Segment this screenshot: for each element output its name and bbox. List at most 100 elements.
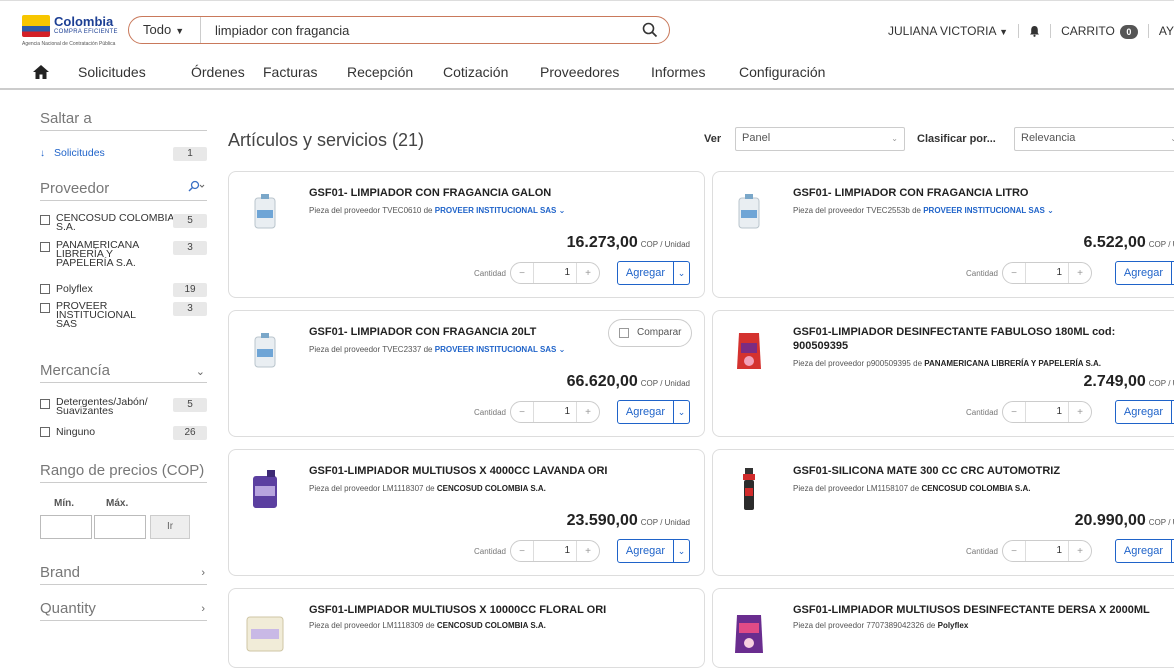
- bell-icon[interactable]: [1029, 25, 1040, 37]
- supplier-name[interactable]: CENCOSUD COLOMBIA S.A.: [437, 484, 546, 493]
- plus-icon[interactable]: +: [577, 546, 599, 557]
- cart-link[interactable]: CARRITO0: [1061, 24, 1138, 39]
- product-title[interactable]: GSF01-LIMPIADOR MULTIUSOS DESINFECTANTE …: [793, 603, 1163, 617]
- nav-item-solicitudes[interactable]: Solicitudes: [78, 64, 146, 80]
- checkbox[interactable]: [619, 328, 629, 338]
- add-button[interactable]: Agregar: [1115, 261, 1172, 285]
- jump-link[interactable]: Solicitudes: [54, 147, 105, 159]
- product-card[interactable]: GSF01-LIMPIADOR MULTIUSOS DESINFECTANTE …: [712, 588, 1174, 668]
- product-card[interactable]: GSF01- LIMPIADOR CON FRAGANCIA LITRO Pie…: [712, 171, 1174, 298]
- product-card[interactable]: GSF01-LIMPIADOR DESINFECTANTE FABULOSO 1…: [712, 310, 1174, 437]
- add-button[interactable]: Agregar: [617, 539, 674, 563]
- help-link[interactable]: AYUDA: [1159, 24, 1174, 38]
- chevron-down-icon[interactable]: ⌄: [559, 345, 566, 354]
- add-button[interactable]: Agregar: [617, 400, 674, 424]
- add-button[interactable]: Agregar: [617, 261, 674, 285]
- minus-icon[interactable]: −: [1003, 407, 1025, 418]
- product-card[interactable]: GSF01-LIMPIADOR MULTIUSOS X 10000CC FLOR…: [228, 588, 705, 668]
- checkbox[interactable]: [40, 242, 50, 252]
- sort-select[interactable]: Relevancia⌄: [1014, 127, 1174, 151]
- product-title[interactable]: GSF01-SILICONA MATE 300 CC CRC AUTOMOTRI…: [793, 464, 1163, 478]
- home-icon[interactable]: [32, 63, 50, 81]
- filter-goods-ninguno[interactable]: Ninguno26: [40, 426, 207, 440]
- price-amount: 2.749,00: [1084, 373, 1146, 390]
- product-title[interactable]: GSF01-LIMPIADOR MULTIUSOS X 4000CC LAVAN…: [309, 464, 679, 478]
- plus-icon[interactable]: +: [1069, 268, 1091, 279]
- nav-item-cotizacion[interactable]: Cotización: [443, 64, 508, 80]
- search-icon[interactable]: [641, 21, 659, 39]
- chevron-down-icon[interactable]: ⌄: [674, 539, 690, 563]
- search-icon[interactable]: [187, 180, 205, 192]
- product-title[interactable]: GSF01-LIMPIADOR DESINFECTANTE FABULOSO 1…: [793, 325, 1163, 353]
- view-select[interactable]: Panel⌄: [735, 127, 905, 151]
- supplier-link[interactable]: PROVEER INSTITUCIONAL SAS: [435, 345, 557, 354]
- supplier-name[interactable]: Polyflex: [938, 621, 969, 630]
- nav-item-facturas[interactable]: Facturas: [263, 64, 317, 80]
- chevron-down-icon[interactable]: ⌄: [674, 261, 690, 285]
- nav-item-informes[interactable]: Informes: [651, 64, 705, 80]
- filter-supplier-polyflex[interactable]: Polyflex19: [40, 283, 207, 297]
- minus-icon[interactable]: −: [1003, 546, 1025, 557]
- add-button[interactable]: Agregar: [1115, 539, 1172, 563]
- checkbox[interactable]: [40, 427, 50, 437]
- product-card[interactable]: GSF01- LIMPIADOR CON FRAGANCIA GALON Pie…: [228, 171, 705, 298]
- filter-goods-detergentes[interactable]: Detergentes/Jabón/ Suavizantes5: [40, 398, 207, 422]
- plus-icon[interactable]: +: [577, 407, 599, 418]
- minus-icon[interactable]: −: [1003, 268, 1025, 279]
- supplier-name[interactable]: CENCOSUD COLOMBIA S.A.: [437, 621, 546, 630]
- minus-icon[interactable]: −: [511, 407, 533, 418]
- nav-item-configuracion[interactable]: Configuración: [739, 64, 825, 80]
- checkbox[interactable]: [40, 215, 50, 225]
- goods-heading[interactable]: Mercancía ⌄: [40, 362, 207, 383]
- chevron-down-icon[interactable]: ⌄: [674, 400, 690, 424]
- jump-link-row[interactable]: ↓ Solicitudes 1: [40, 147, 207, 159]
- supplier-mid: de: [426, 484, 435, 493]
- nav-item-ordenes[interactable]: Órdenes: [191, 64, 245, 80]
- quantity-value[interactable]: 1: [1025, 541, 1069, 561]
- add-to-cart: Agregar⌄: [1115, 400, 1174, 424]
- checkbox[interactable]: [40, 399, 50, 409]
- filter-supplier-proveer[interactable]: PROVEER INSTITUCIONAL SAS3: [40, 302, 207, 338]
- quantity-heading[interactable]: Quantity ›: [40, 600, 207, 621]
- product-card[interactable]: GSF01- LIMPIADOR CON FRAGANCIA 20LT Piez…: [228, 310, 705, 437]
- chevron-down-icon[interactable]: ⌄: [1047, 206, 1054, 215]
- supplier-name[interactable]: PANAMERICANA LIBRERÍA Y PAPELERÍA S.A.: [924, 359, 1101, 368]
- minus-icon[interactable]: −: [511, 268, 533, 279]
- quantity-value[interactable]: 1: [533, 541, 577, 561]
- plus-icon[interactable]: +: [1069, 407, 1091, 418]
- chevron-down-icon[interactable]: ⌄: [559, 206, 566, 215]
- search-scope-select[interactable]: Todo▼: [129, 17, 201, 43]
- product-title[interactable]: GSF01-LIMPIADOR MULTIUSOS X 10000CC FLOR…: [309, 603, 679, 617]
- colombia-compra-logo[interactable]: Colombia COMPRA EFICIENTE Agencia Nacion…: [22, 13, 118, 51]
- user-menu[interactable]: JULIANA VICTORIA ▼: [888, 24, 1008, 38]
- filter-supplier-cencosud[interactable]: CENCOSUD COLOMBIA S.A.5: [40, 214, 207, 238]
- product-title[interactable]: GSF01- LIMPIADOR CON FRAGANCIA LITRO: [793, 186, 1163, 200]
- quantity-value[interactable]: 1: [533, 402, 577, 422]
- quantity-value[interactable]: 1: [1025, 402, 1069, 422]
- supplier-link[interactable]: PROVEER INSTITUCIONAL SAS: [435, 206, 557, 215]
- brand-heading[interactable]: Brand ›: [40, 564, 207, 585]
- count-badge: 3: [173, 302, 207, 316]
- product-supplier: Pieza del proveedor LM1118307 de CENCOSU…: [309, 484, 546, 493]
- plus-icon[interactable]: +: [1069, 546, 1091, 557]
- plus-icon[interactable]: +: [577, 268, 599, 279]
- min-price-input[interactable]: [40, 515, 92, 539]
- minus-icon[interactable]: −: [511, 546, 533, 557]
- quantity-value[interactable]: 1: [1025, 263, 1069, 283]
- search-input[interactable]: [215, 20, 635, 40]
- add-button[interactable]: Agregar: [1115, 400, 1172, 424]
- checkbox[interactable]: [40, 303, 50, 313]
- quantity-value[interactable]: 1: [533, 263, 577, 283]
- filter-supplier-panamericana[interactable]: PANAMERICANA LIBRERÍA Y PAPELERÍA S.A.3: [40, 241, 207, 277]
- supplier-link[interactable]: PROVEER INSTITUCIONAL SAS: [923, 206, 1045, 215]
- product-card[interactable]: GSF01-LIMPIADOR MULTIUSOS X 4000CC LAVAN…: [228, 449, 705, 576]
- product-card[interactable]: GSF01-SILICONA MATE 300 CC CRC AUTOMOTRI…: [712, 449, 1174, 576]
- checkbox[interactable]: [40, 284, 50, 294]
- product-title[interactable]: GSF01- LIMPIADOR CON FRAGANCIA GALON: [309, 186, 679, 200]
- max-price-input[interactable]: [94, 515, 146, 539]
- nav-item-recepcion[interactable]: Recepción: [347, 64, 413, 80]
- apply-price-button[interactable]: Ir: [150, 515, 190, 539]
- compare-toggle[interactable]: Comparar: [608, 319, 692, 347]
- nav-item-proveedores[interactable]: Proveedores: [540, 64, 619, 80]
- supplier-name[interactable]: CENCOSUD COLOMBIA S.A.: [921, 484, 1030, 493]
